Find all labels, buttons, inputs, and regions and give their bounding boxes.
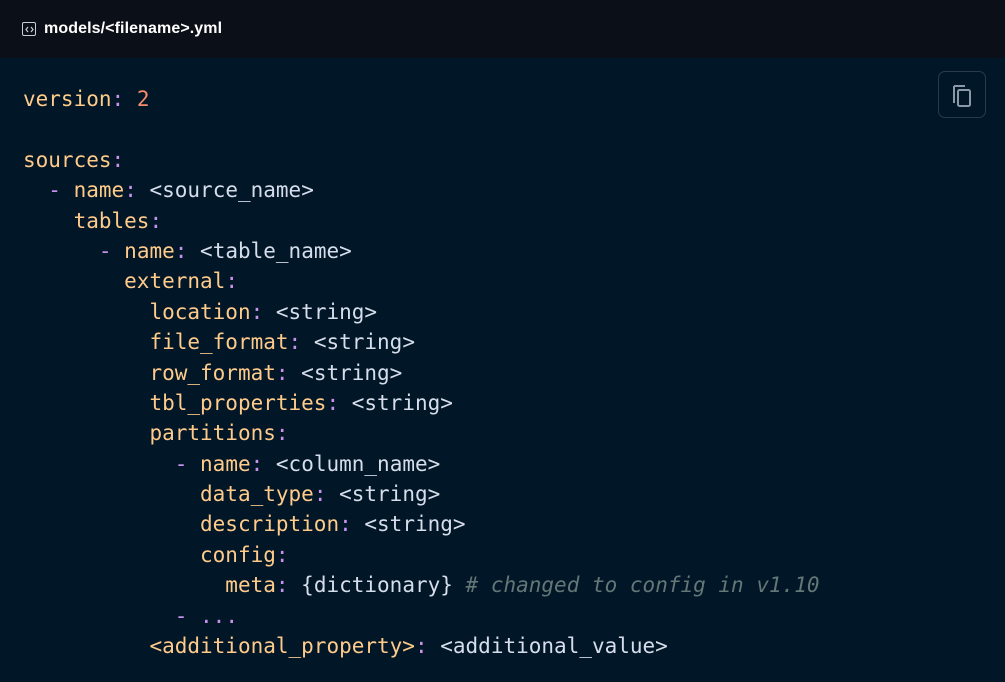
code-line-7: external: — [124, 269, 238, 294]
file-name: models/<filename>.yml — [44, 20, 223, 37]
code-line-15: description: <string> — [200, 512, 466, 537]
code-line-9: file_format: <string> — [149, 330, 415, 355]
code-line-5: tables: — [73, 208, 163, 233]
code-line-19: <additional_property>: <additional_value… — [149, 634, 668, 659]
code-line-18: - ... — [174, 603, 238, 628]
code-line-17: meta: {dictionary} # changed to config i… — [225, 573, 820, 598]
code-block: version: 2 sources: - name: <source_name… — [0, 58, 1005, 682]
code-block-header: models/<filename>.yml — [0, 0, 1005, 58]
code-content: version: 2 sources: - name: <source_name… — [23, 84, 820, 661]
code-line-8: location: <string> — [149, 299, 378, 324]
code-line-6: - name: <table_name> — [98, 238, 352, 263]
code-line-1: version: 2 — [23, 87, 150, 111]
code-line-14: data_type: <string> — [200, 482, 441, 507]
code-line-4: - name: <source_name> — [48, 178, 314, 203]
code-line-12: partitions: — [149, 421, 289, 446]
copy-button[interactable] — [938, 71, 986, 118]
code-line-3: sources: — [23, 147, 125, 172]
code-line-10: row_format: <string> — [149, 360, 403, 385]
copy-icon — [953, 84, 971, 107]
code-line-11: tbl_properties: <string> — [149, 390, 453, 415]
code-line-13: - name: <column_name> — [174, 451, 441, 476]
code-file-icon — [22, 22, 36, 36]
code-line-16: config: — [200, 542, 289, 567]
